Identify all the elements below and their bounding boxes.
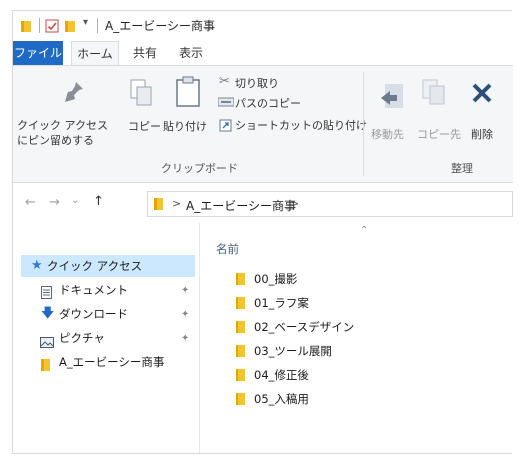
copy-path-icon [217, 97, 235, 110]
delete-icon [471, 82, 493, 107]
nav-item-downloads[interactable]: 🡇 ダウンロード ✦ [21, 303, 195, 325]
ribbon-tabs: ファイル ホーム 共有 表示 [13, 41, 513, 65]
move-to-button[interactable]: 移動先 [371, 126, 404, 142]
back-icon[interactable]: ← [25, 195, 36, 210]
pin-icon [63, 80, 85, 107]
file-name: 03_ツール展開 [254, 344, 332, 358]
clipboard-group-label: クリップボード [161, 162, 238, 175]
file-name: 04_修正後 [254, 368, 309, 382]
folder-icon [236, 345, 245, 357]
nav-item-label: ピクチャ [59, 331, 105, 345]
qat-dropdown-icon[interactable]: ▾ [83, 17, 88, 28]
star-icon: ★ [31, 258, 43, 273]
folder-icon [41, 356, 51, 378]
copy-path-button[interactable]: パスのコピー [235, 95, 301, 111]
delete-button[interactable]: 削除 [471, 126, 493, 142]
folder-icon [236, 393, 245, 405]
column-header-name[interactable]: 名前 [216, 241, 239, 257]
tab-file[interactable]: ファイル [13, 41, 63, 65]
navigation-bar: ← → ⌄ ↑ > A_エービーシー商事 > [13, 183, 513, 223]
tab-view[interactable]: 表示 [171, 41, 211, 65]
ribbon: クイック アクセス にピン留めする コピー 貼り付け ✂ 切り取り パスのコピー… [13, 65, 513, 183]
folder-icon [236, 297, 245, 309]
title-separator [39, 18, 40, 33]
copy-button[interactable]: コピー [128, 118, 161, 134]
pinned-icon: ✦ [181, 333, 190, 344]
download-icon: 🡇 [41, 306, 55, 321]
breadcrumb-chevron[interactable]: > [290, 197, 299, 210]
folder-icon [236, 369, 245, 381]
pinned-icon: ✦ [181, 309, 190, 320]
paste-shortcut-button[interactable]: ショートカットの貼り付け [235, 117, 367, 133]
explorer-window: ▾ A_エービーシー商事 ファイル ホーム 共有 表示 クイック アクセス にピ… [12, 10, 513, 454]
sort-ascending-icon: ⌃ [360, 225, 369, 236]
pinned-icon: ✦ [181, 285, 190, 296]
paste-button[interactable]: 貼り付け [163, 118, 207, 134]
file-name: 00_撮影 [254, 272, 298, 286]
address-box[interactable]: > A_エービーシー商事 > [147, 191, 513, 217]
folder-icon [21, 20, 33, 35]
scissors-icon: ✂ [219, 74, 230, 89]
nav-item-pictures[interactable]: ピクチャ ✦ [21, 327, 195, 349]
paste-shortcut-icon [219, 118, 232, 135]
nav-item-abc-folder[interactable]: A_エービーシー商事 [21, 351, 195, 373]
window-title: A_エービーシー商事 [105, 19, 215, 33]
nav-item-label: A_エービーシー商事 [59, 355, 165, 369]
nav-item-label: クイック アクセス [47, 259, 143, 273]
copy-to-button[interactable]: コピー先 [417, 126, 461, 142]
file-name: 05_入稿用 [254, 392, 309, 406]
group-separator [363, 72, 364, 176]
breadcrumb-separator[interactable]: > [172, 197, 181, 210]
move-to-icon [379, 82, 405, 115]
pin-label-line2: にピン留めする [17, 134, 94, 147]
pin-to-quick-access-button[interactable]: クイック アクセス にピン留めする [17, 118, 108, 148]
pin-label-line1: クイック アクセス [17, 119, 108, 132]
folder-icon [236, 273, 245, 285]
tab-home[interactable]: ホーム [71, 41, 119, 65]
organize-group-label: 整理 [451, 162, 473, 175]
up-icon[interactable]: ↑ [93, 194, 104, 209]
cut-button[interactable]: 切り取り [235, 75, 279, 91]
file-name: 02_ベースデザイン [254, 320, 355, 334]
copy-icon [129, 78, 153, 111]
breadcrumb-current-folder[interactable]: A_エービーシー商事 [186, 197, 296, 214]
nav-item-label: ドキュメント [59, 283, 128, 297]
forward-icon[interactable]: → [49, 195, 60, 210]
title-separator [97, 18, 98, 33]
folder-icon [154, 198, 165, 213]
nav-item-label: ダウンロード [59, 307, 128, 321]
nav-item-documents[interactable]: ドキュメント ✦ [21, 279, 195, 301]
properties-check-icon[interactable] [45, 19, 59, 36]
paste-icon [175, 76, 201, 111]
folder-icon [236, 321, 245, 333]
title-bar: ▾ A_エービーシー商事 [13, 11, 513, 41]
copy-to-icon [421, 78, 447, 111]
nav-item-quick-access[interactable]: ★ クイック アクセス [21, 255, 195, 277]
tab-share[interactable]: 共有 [125, 41, 165, 65]
recent-dropdown-icon[interactable]: ⌄ [71, 195, 79, 206]
navigation-pane: ★ クイック アクセス ドキュメント ✦ 🡇 ダウンロード ✦ ピクチャ ✦ A… [13, 223, 199, 453]
file-name: 01_ラフ案 [254, 296, 309, 310]
new-folder-quick-icon[interactable] [65, 20, 77, 35]
file-list: ⌃ 名前 00_撮影 01_ラフ案 02_ベースデザイン 03_ツール展開 04… [200, 223, 513, 453]
